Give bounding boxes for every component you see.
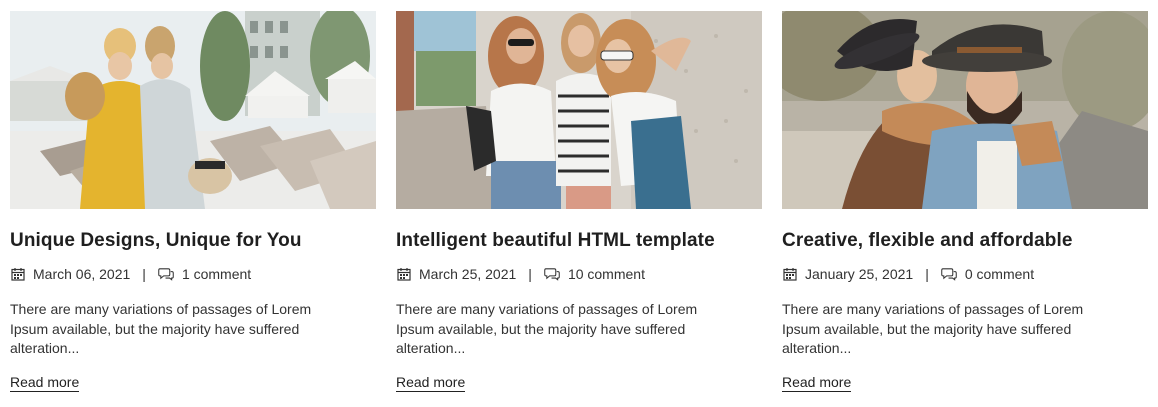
blog-card: Creative, flexible and affordable Januar…: [782, 11, 1148, 392]
post-thumbnail-friends[interactable]: [396, 11, 762, 209]
post-excerpt: There are many variations of passages of…: [396, 301, 698, 356]
calendar-icon: [396, 266, 412, 282]
post-comments-count[interactable]: 10 comment: [568, 266, 645, 282]
post-meta: January 25, 2021 | 0 comment: [782, 265, 1148, 283]
post-meta: March 25, 2021 | 10 comment: [396, 265, 762, 283]
calendar-icon: [10, 266, 26, 282]
post-comments-count[interactable]: 0 comment: [965, 266, 1034, 282]
comment-bubble-icon: [158, 266, 174, 282]
read-more-link[interactable]: Read more: [396, 374, 466, 392]
meta-separator: |: [142, 266, 146, 282]
blog-card: Intelligent beautiful HTML template Marc…: [396, 11, 762, 392]
read-more-link[interactable]: Read more: [782, 374, 852, 392]
post-date: March 06, 2021: [33, 266, 131, 282]
read-more-link[interactable]: Read more: [10, 374, 80, 392]
post-title[interactable]: Unique Designs, Unique for You: [10, 230, 376, 252]
post-thumbnail-beach[interactable]: [10, 11, 376, 209]
meta-separator: |: [925, 266, 929, 282]
blog-card: Unique Designs, Unique for You March 06,…: [10, 11, 376, 392]
post-meta: March 06, 2021 | 1 comment: [10, 265, 376, 283]
post-title[interactable]: Creative, flexible and affordable: [782, 230, 1148, 252]
post-excerpt: There are many variations of passages of…: [782, 301, 1084, 356]
post-thumbnail-couple[interactable]: [782, 11, 1148, 209]
comment-bubble-icon: [941, 266, 957, 282]
calendar-icon: [782, 266, 798, 282]
post-excerpt: There are many variations of passages of…: [10, 301, 312, 356]
post-date: January 25, 2021: [805, 266, 914, 282]
beach-resort-photo: [10, 11, 376, 209]
post-title[interactable]: Intelligent beautiful HTML template: [396, 230, 762, 252]
post-comments-count[interactable]: 1 comment: [182, 266, 251, 282]
meta-separator: |: [528, 266, 532, 282]
comment-bubble-icon: [544, 266, 560, 282]
street-friends-photo: [396, 11, 762, 209]
couple-hats-photo: [782, 11, 1148, 209]
post-date: March 25, 2021: [419, 266, 517, 282]
blog-grid: Unique Designs, Unique for You March 06,…: [0, 0, 1158, 407]
